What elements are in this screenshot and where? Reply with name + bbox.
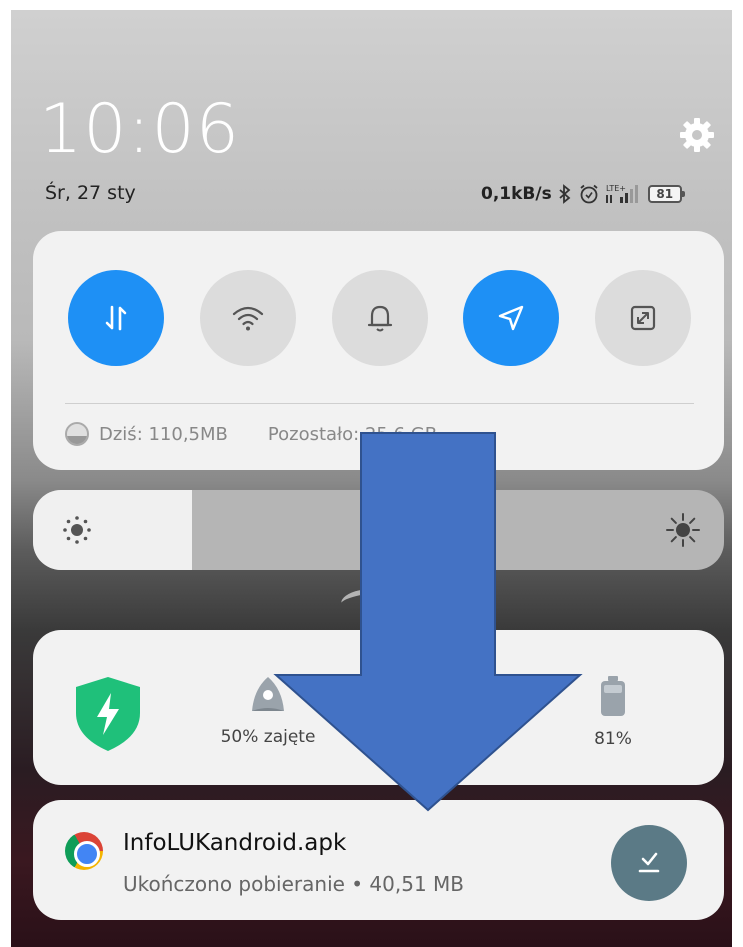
quick-settings-panel: Dziś: 110,5MB Pozostało: 25,6 GB: [33, 231, 724, 470]
settings-gear-icon[interactable]: [677, 115, 717, 155]
notification-subtitle: Ukończono pobieranie • 40,51 MB: [123, 872, 465, 896]
data-usage-remaining: Pozostało: 25,6 GB: [267, 423, 438, 445]
download-done-icon: [638, 852, 660, 873]
qs-divider: [65, 403, 694, 404]
data-transfer-icon: [105, 305, 127, 331]
brightness-slider[interactable]: [33, 490, 724, 570]
storage-cleaner[interactable]: 50% zajęte: [193, 675, 343, 747]
rotate-icon: [630, 305, 656, 331]
battery-saver[interactable]: 81%: [538, 675, 688, 749]
toggle-auto-rotate[interactable]: [595, 270, 691, 366]
pull-indicator: [339, 586, 383, 612]
toggle-wifi[interactable]: [200, 270, 296, 366]
chrome-icon: [65, 832, 103, 870]
security-panel: 50% zajęte 81%: [33, 630, 724, 785]
brightness-fill: [33, 490, 192, 570]
bell-icon: [367, 305, 393, 332]
notification-title: InfoLUKandroid.apk: [123, 830, 347, 856]
data-usage[interactable]: Dziś: 110,5MB Pozostało: 25,6 GB: [65, 422, 437, 446]
data-usage-icon: [65, 422, 89, 446]
signal-icon: LTE+: [605, 183, 642, 205]
network-type-label: LTE+: [606, 184, 626, 193]
download-complete-button[interactable]: [611, 825, 687, 901]
battery-saver-icon: [601, 676, 625, 716]
clock: 10:06: [39, 90, 240, 169]
bluetooth-icon: [558, 184, 572, 204]
date[interactable]: Śr, 27 sty: [45, 182, 136, 204]
toggle-mobile-data[interactable]: [68, 270, 164, 366]
alarm-icon: [578, 183, 600, 205]
battery-label: 81%: [594, 729, 632, 749]
brightness-high-icon: [665, 512, 701, 552]
download-notification[interactable]: InfoLUKandroid.apk Ukończono pobieranie …: [33, 800, 724, 920]
location-arrow-icon: [498, 305, 524, 331]
battery-icon: 81: [647, 185, 685, 203]
security-shield-icon[interactable]: [73, 675, 143, 757]
storage-label: 50% zajęte: [220, 727, 316, 747]
notification-shade: 10:06 Śr, 27 sty 0,1kB/s LTE+ 81 Dziś: 1…: [11, 10, 732, 947]
brightness-low-icon: [61, 514, 93, 550]
rocket-icon: [252, 677, 284, 711]
battery-level: 81: [656, 187, 674, 201]
status-icons: 0,1kB/s LTE+ 81: [481, 180, 685, 208]
toggle-location[interactable]: [463, 270, 559, 366]
network-speed: 0,1kB/s: [481, 184, 552, 204]
data-usage-today: Dziś: 110,5MB: [99, 423, 228, 445]
toggle-sound[interactable]: [332, 270, 428, 366]
wifi-icon: [232, 306, 264, 331]
